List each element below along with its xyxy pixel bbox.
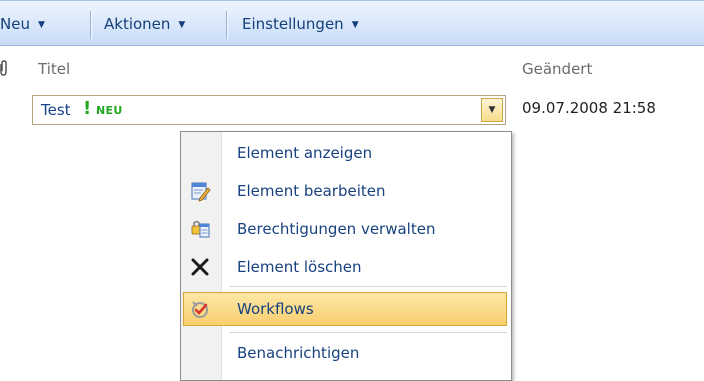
menu-item-label: Berechtigungen verwalten [237, 220, 436, 238]
menu-item-workflows[interactable]: Workflows [181, 292, 511, 326]
permissions-icon [191, 220, 210, 238]
toolbar-divider [226, 11, 227, 39]
item-menu-dropdown-button[interactable]: ▼ [481, 98, 503, 122]
chevron-down-icon: ▼ [178, 20, 186, 30]
menu-item-label: Element bearbeiten [237, 182, 386, 200]
menu-item-view[interactable]: Element anzeigen [181, 136, 511, 170]
list-toolbar: Neu ▼ Aktionen ▼ Einstellungen ▼ [0, 0, 704, 46]
column-header-title[interactable]: Titel [38, 60, 70, 78]
menu-separator [229, 286, 507, 287]
menu-item-notify[interactable]: Benachrichtigen [181, 336, 511, 370]
menu-item-edit[interactable]: Element bearbeiten [181, 174, 511, 208]
chevron-down-icon: ▼ [351, 20, 359, 30]
menu-item-label: Element löschen [237, 258, 362, 276]
menu-item-delete[interactable]: Element löschen [181, 250, 511, 284]
new-badge: NEU [96, 104, 123, 117]
menu-item-permissions[interactable]: Berechtigungen verwalten [181, 212, 511, 246]
menu-item-label: Benachrichtigen [237, 344, 360, 362]
item-context-menu: Element anzeigen Element bearbeiten Bere… [180, 131, 512, 381]
column-header-modified[interactable]: Geändert [522, 60, 592, 78]
new-indicator-icon: ! [83, 98, 92, 119]
menu-item-highlight [183, 292, 507, 326]
delete-x-icon [191, 258, 209, 276]
workflow-icon [192, 301, 208, 318]
settings-menu-button[interactable]: Einstellungen ▼ [242, 1, 359, 47]
actions-menu-label: Aktionen [104, 15, 171, 33]
settings-menu-label: Einstellungen [242, 15, 344, 33]
new-menu-label: Neu [0, 15, 30, 33]
toolbar-divider [90, 11, 91, 39]
list-item[interactable]: Test ! NEU ▼ [32, 95, 506, 125]
menu-separator [229, 332, 507, 333]
paperclip-icon [0, 60, 7, 76]
edit-document-icon [191, 182, 211, 202]
chevron-down-icon: ▼ [37, 20, 45, 30]
menu-item-label: Element anzeigen [237, 144, 373, 162]
item-title-link[interactable]: Test [41, 101, 71, 119]
item-modified-date: 09.07.2008 21:58 [522, 99, 656, 117]
menu-item-label: Workflows [237, 300, 314, 318]
actions-menu-button[interactable]: Aktionen ▼ [104, 1, 185, 47]
new-menu-button[interactable]: Neu ▼ [0, 1, 45, 47]
chevron-down-icon: ▼ [488, 105, 496, 115]
